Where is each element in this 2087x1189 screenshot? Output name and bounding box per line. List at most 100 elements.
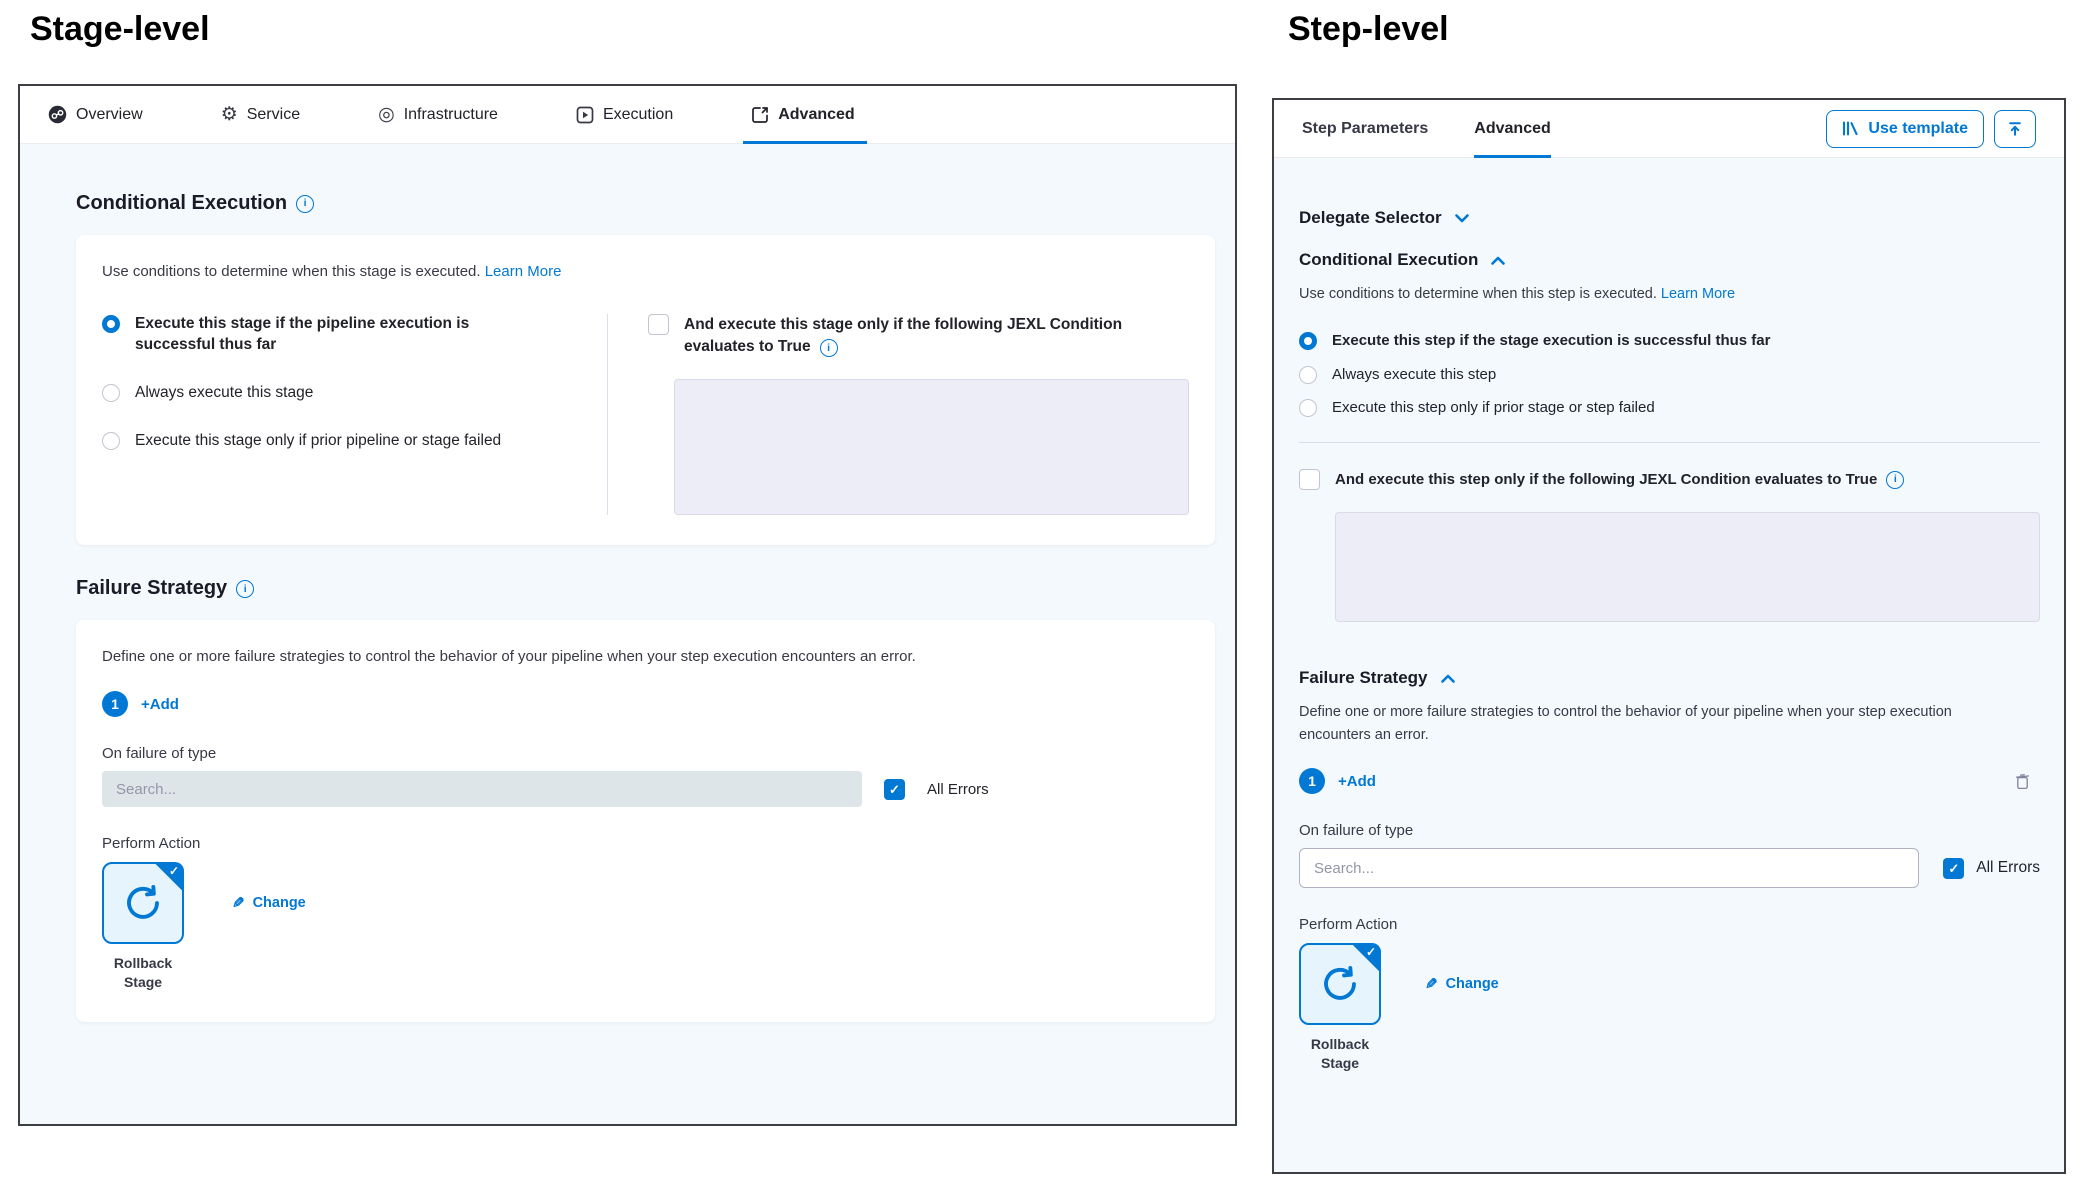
conditional-execution-heading: Conditional Execution i <box>76 192 1215 215</box>
delete-strategy-button[interactable] <box>2015 773 2040 790</box>
all-errors-label: All Errors <box>927 781 989 798</box>
radio-option-prior-failed[interactable]: Execute this step only if prior stage or… <box>1299 398 2040 418</box>
jexl-label: And execute this stage only if the follo… <box>684 314 1154 357</box>
failure-strategy-title: Failure Strategy <box>76 577 227 600</box>
radio-icon[interactable] <box>102 432 120 450</box>
radio-option-prior-failed[interactable]: Execute this stage only if prior pipelin… <box>102 431 591 452</box>
upgrade-template-button[interactable] <box>1994 110 2036 148</box>
radio-option-successful[interactable]: Execute this stage if the pipeline execu… <box>102 314 591 356</box>
perform-action-row: ✓ ✎ Change <box>102 862 1189 944</box>
change-action-link[interactable]: ✎ Change <box>232 894 306 912</box>
tab-advanced[interactable]: Advanced <box>751 86 854 143</box>
info-icon[interactable]: i <box>820 339 838 357</box>
tab-label: Step Parameters <box>1302 120 1428 138</box>
radio-selected-icon[interactable] <box>102 315 120 333</box>
step-execution-radio-group: Execute this step if the stage execution… <box>1299 331 2040 418</box>
all-errors-checkbox[interactable]: ✓ <box>1943 858 1964 879</box>
radio-option-always[interactable]: Always execute this stage <box>102 383 591 404</box>
rollback-stage-tile[interactable]: ✓ <box>1299 943 1381 1025</box>
use-template-button[interactable]: Use template <box>1826 110 1984 148</box>
failure-type-row: ✓ All Errors <box>1299 848 2040 888</box>
step-advanced-panel: Step Parameters Advanced Use template De… <box>1272 98 2066 1174</box>
all-errors-group: ✓ All Errors <box>1943 858 2040 879</box>
export-box-icon <box>751 106 769 124</box>
failure-type-search-input[interactable] <box>102 771 862 807</box>
learn-more-link[interactable]: Learn More <box>1661 286 1735 302</box>
jexl-label-text: And execute this stage only if the follo… <box>684 316 1122 355</box>
tab-service[interactable]: ⚙ Service <box>221 86 300 143</box>
perform-action-row: ✓ ✎ Change <box>1299 943 2040 1025</box>
radio-label: Execute this step only if prior stage or… <box>1332 398 1655 418</box>
info-icon[interactable]: i <box>296 195 314 213</box>
conditional-execution-description: Use conditions to determine when this st… <box>102 263 1189 280</box>
conditional-execution-header[interactable]: Conditional Execution <box>1299 250 2040 270</box>
radio-selected-icon[interactable] <box>1299 332 1317 350</box>
chevron-up-icon <box>1441 674 1455 683</box>
add-strategy-button[interactable]: +Add <box>141 696 179 713</box>
description-text: Use conditions to determine when this st… <box>1299 286 1657 302</box>
upload-icon <box>2007 121 2023 137</box>
radio-label: Always execute this stage <box>135 383 313 404</box>
conditional-execution-title: Conditional Execution <box>1299 250 1478 270</box>
failure-type-row: ✓ All Errors <box>102 771 1189 807</box>
check-icon: ✓ <box>889 783 900 796</box>
all-errors-label: All Errors <box>1976 859 2040 877</box>
check-icon: ✓ <box>169 864 179 878</box>
failure-type-search-input[interactable] <box>1299 848 1919 888</box>
chevron-down-icon <box>1455 214 1469 223</box>
play-box-icon <box>576 106 594 124</box>
radio-icon[interactable] <box>1299 366 1317 384</box>
jexl-checkbox[interactable] <box>1299 469 1320 490</box>
radio-label: Execute this stage only if prior pipelin… <box>135 431 501 452</box>
on-failure-of-type-label: On failure of type <box>102 745 1189 762</box>
check-icon: ✓ <box>1948 862 1959 875</box>
failure-strategy-title: Failure Strategy <box>1299 668 1428 688</box>
jexl-condition-input[interactable] <box>1335 512 2040 622</box>
trash-icon <box>2015 773 2030 790</box>
failure-strategy-description: Define one or more failure strategies to… <box>1299 701 1999 746</box>
all-errors-checkbox[interactable]: ✓ <box>884 779 905 800</box>
strategy-count-badge[interactable]: 1 <box>1299 768 1325 794</box>
radio-option-always[interactable]: Always execute this step <box>1299 365 2040 385</box>
failure-strategy-description: Define one or more failure strategies to… <box>102 648 1189 665</box>
step-content: Delegate Selector Conditional Execution … <box>1274 158 2064 1073</box>
jexl-label-text: And execute this step only if the follow… <box>1335 469 1877 490</box>
jexl-checkbox[interactable] <box>648 314 669 335</box>
step-tabbar: Step Parameters Advanced Use template <box>1274 100 2064 158</box>
tab-step-parameters[interactable]: Step Parameters <box>1302 100 1428 157</box>
strategy-count-badge[interactable]: 1 <box>102 691 128 717</box>
radio-icon[interactable] <box>102 384 120 402</box>
perform-action-label: Perform Action <box>102 835 1189 852</box>
perform-action-label: Perform Action <box>1299 916 2040 933</box>
change-label: Change <box>1446 976 1499 992</box>
tab-infrastructure[interactable]: ◎ Infrastructure <box>378 86 498 143</box>
radio-label: Execute this step if the stage execution… <box>1332 331 1770 351</box>
gear-icon: ⚙ <box>221 105 238 124</box>
conditional-execution-title: Conditional Execution <box>76 192 287 215</box>
check-icon: ✓ <box>1366 945 1376 959</box>
stage-level-title: Stage-level <box>30 10 210 49</box>
radio-option-successful[interactable]: Execute this step if the stage execution… <box>1299 331 2040 351</box>
infrastructure-icon: ◎ <box>378 105 395 124</box>
failure-strategy-header[interactable]: Failure Strategy <box>1299 668 2040 688</box>
radio-icon[interactable] <box>1299 399 1317 417</box>
rollback-stage-label: Rollback Stage <box>1287 1035 1393 1073</box>
tab-overview[interactable]: Overview <box>48 86 143 143</box>
change-action-link[interactable]: ✎ Change <box>1425 975 1499 993</box>
delegate-selector-header[interactable]: Delegate Selector <box>1299 208 2040 228</box>
jexl-checkbox-row[interactable]: And execute this step only if the follow… <box>1299 469 2040 490</box>
info-icon[interactable]: i <box>1886 471 1904 489</box>
rollback-stage-tile[interactable]: ✓ <box>102 862 184 944</box>
strategy-list-row: 1 +Add <box>1299 768 2040 794</box>
rollback-icon <box>1319 963 1361 1005</box>
add-strategy-button[interactable]: +Add <box>1338 773 1376 790</box>
tab-execution[interactable]: Execution <box>576 86 673 143</box>
overview-icon <box>48 105 67 124</box>
jexl-condition-input[interactable] <box>674 379 1189 515</box>
learn-more-link[interactable]: Learn More <box>485 263 562 280</box>
active-tab-underline <box>1474 155 1550 158</box>
jexl-checkbox-row[interactable]: And execute this stage only if the follo… <box>648 314 1189 357</box>
tab-advanced[interactable]: Advanced <box>1474 100 1550 157</box>
info-icon[interactable]: i <box>236 580 254 598</box>
on-failure-of-type-label: On failure of type <box>1299 822 2040 839</box>
